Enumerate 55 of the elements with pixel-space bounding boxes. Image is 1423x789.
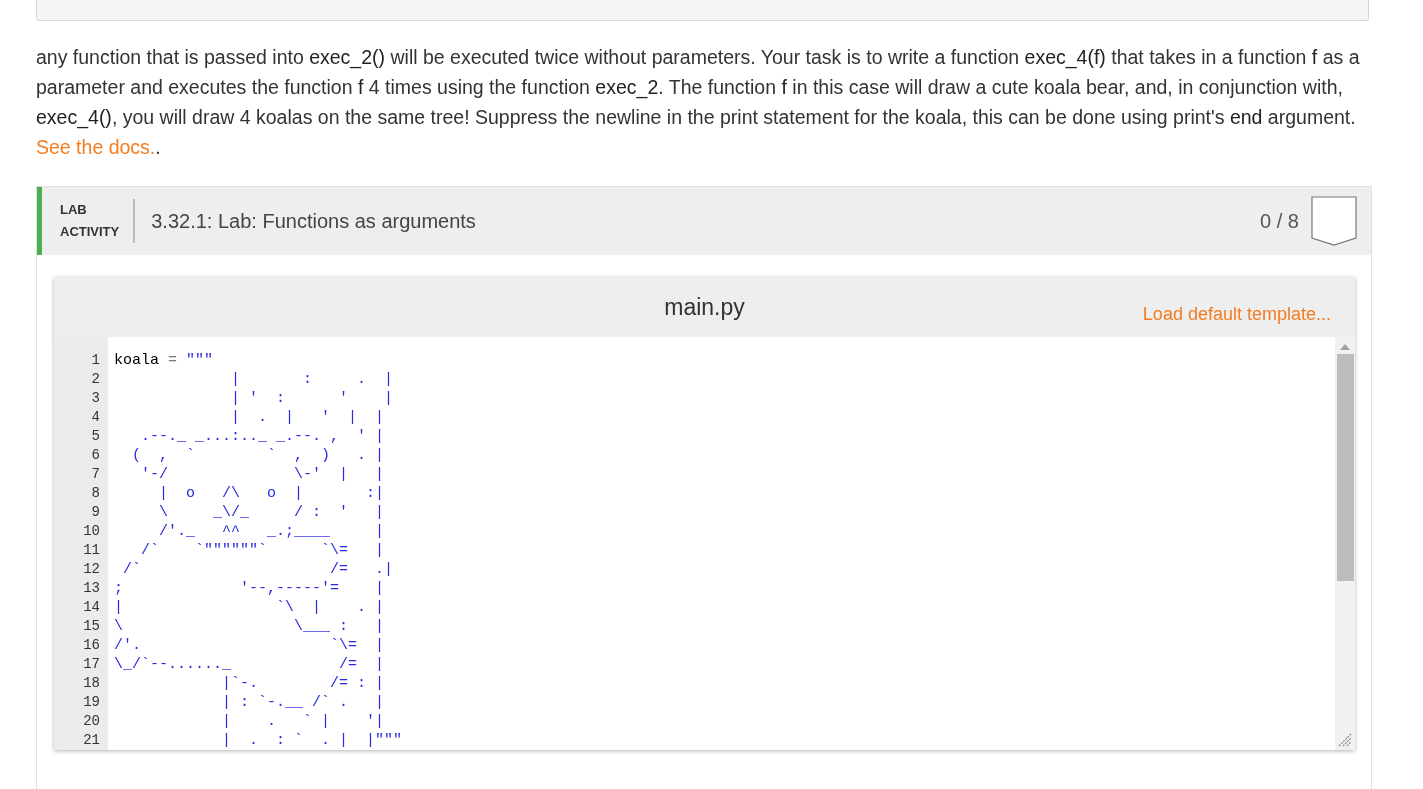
line-number: 18 (83, 674, 100, 693)
line-number: 5 (91, 427, 100, 446)
line-number: 15 (83, 617, 100, 636)
line-number: 19 (83, 693, 100, 712)
scrollbar[interactable] (1335, 337, 1355, 750)
line-number: 21 (83, 731, 100, 750)
line-number: 7 (91, 465, 100, 484)
line-number: 20 (83, 712, 100, 731)
line-number: 9 (91, 503, 100, 522)
code-line: \ \___ : | (114, 617, 386, 636)
load-template-link[interactable]: Load default template... (1142, 301, 1331, 328)
lab-title: 3.32.1: Lab: Functions as arguments (151, 209, 476, 234)
scrollbar-thumb[interactable] (1336, 354, 1354, 581)
line-number: 13 (83, 579, 100, 598)
code-line: /'. `\= | (114, 636, 386, 655)
code-line: /` /= .| (122, 560, 395, 579)
line-number: 2 (91, 370, 100, 389)
code-line: /` `""""""` `\= | (140, 541, 386, 560)
code-line: | `\ | . | (114, 598, 386, 617)
code-line: ; '--,-----'= | (114, 579, 386, 598)
line-number: 14 (83, 598, 100, 617)
resize-grip-icon[interactable] (1338, 733, 1352, 747)
score-text: 0 / 8 (1260, 209, 1299, 234)
file-name: main.py (664, 292, 745, 322)
code-line: | ' : ' | (230, 389, 395, 408)
code-line: /'._ ^^ _.;____ | (158, 522, 386, 541)
lab-label: LAB (60, 201, 88, 219)
line-number: 11 (83, 541, 100, 560)
line-number: 17 (83, 655, 100, 674)
code-line: | . | ' | | (230, 408, 386, 427)
lab-label: ACTIVITY (60, 223, 120, 241)
line-number: 3 (91, 389, 100, 408)
code-line: | . : ` . | |""" (221, 731, 404, 750)
scroll-up-icon[interactable] (1340, 344, 1350, 350)
line-number: 6 (91, 446, 100, 465)
code-line: .--._ _...:.._ _.--. , ' | (140, 427, 386, 446)
code-line: '-/ \-' | | (140, 465, 386, 484)
line-number: 10 (83, 522, 100, 541)
line-number: 1 (91, 351, 100, 370)
code-line: | . ` | '| (221, 712, 386, 731)
code-line: \_/`--......_ /= | (114, 655, 386, 674)
code-line: | o /\ o | :| (158, 484, 386, 503)
line-number: 16 (83, 636, 100, 655)
code-line: | : . | (230, 370, 395, 389)
line-number: 4 (91, 408, 100, 427)
docs-link[interactable]: See the docs. (36, 136, 156, 158)
code-line: koala = """ (114, 351, 215, 370)
line-number: 8 (91, 484, 100, 503)
code-line: \ _\/_ / : ' | (158, 503, 386, 522)
code-line: ( , ` ` , ) . | (131, 446, 386, 465)
code-line: |`-. /= : | (221, 674, 386, 693)
bookmark-icon (1311, 196, 1357, 246)
instructions-paragraph: any function that is passed into exec_2() will be executed twice without parameters. Your task is to write a function exec_4(f) that takes in a function f as a parameter and executes the function f 4 times using the function exec_2. The function f in this case will draw a cute koala bear, and, in conjunction with, exec_4(), you will draw 4 koalas on the same tree! Suppress the newline in the print statement for the koala, this can be done using print's end argument. See the docs.. (36, 45, 1361, 160)
code-line: | : `-.__ /` . | (221, 693, 386, 712)
line-number: 12 (83, 560, 100, 579)
